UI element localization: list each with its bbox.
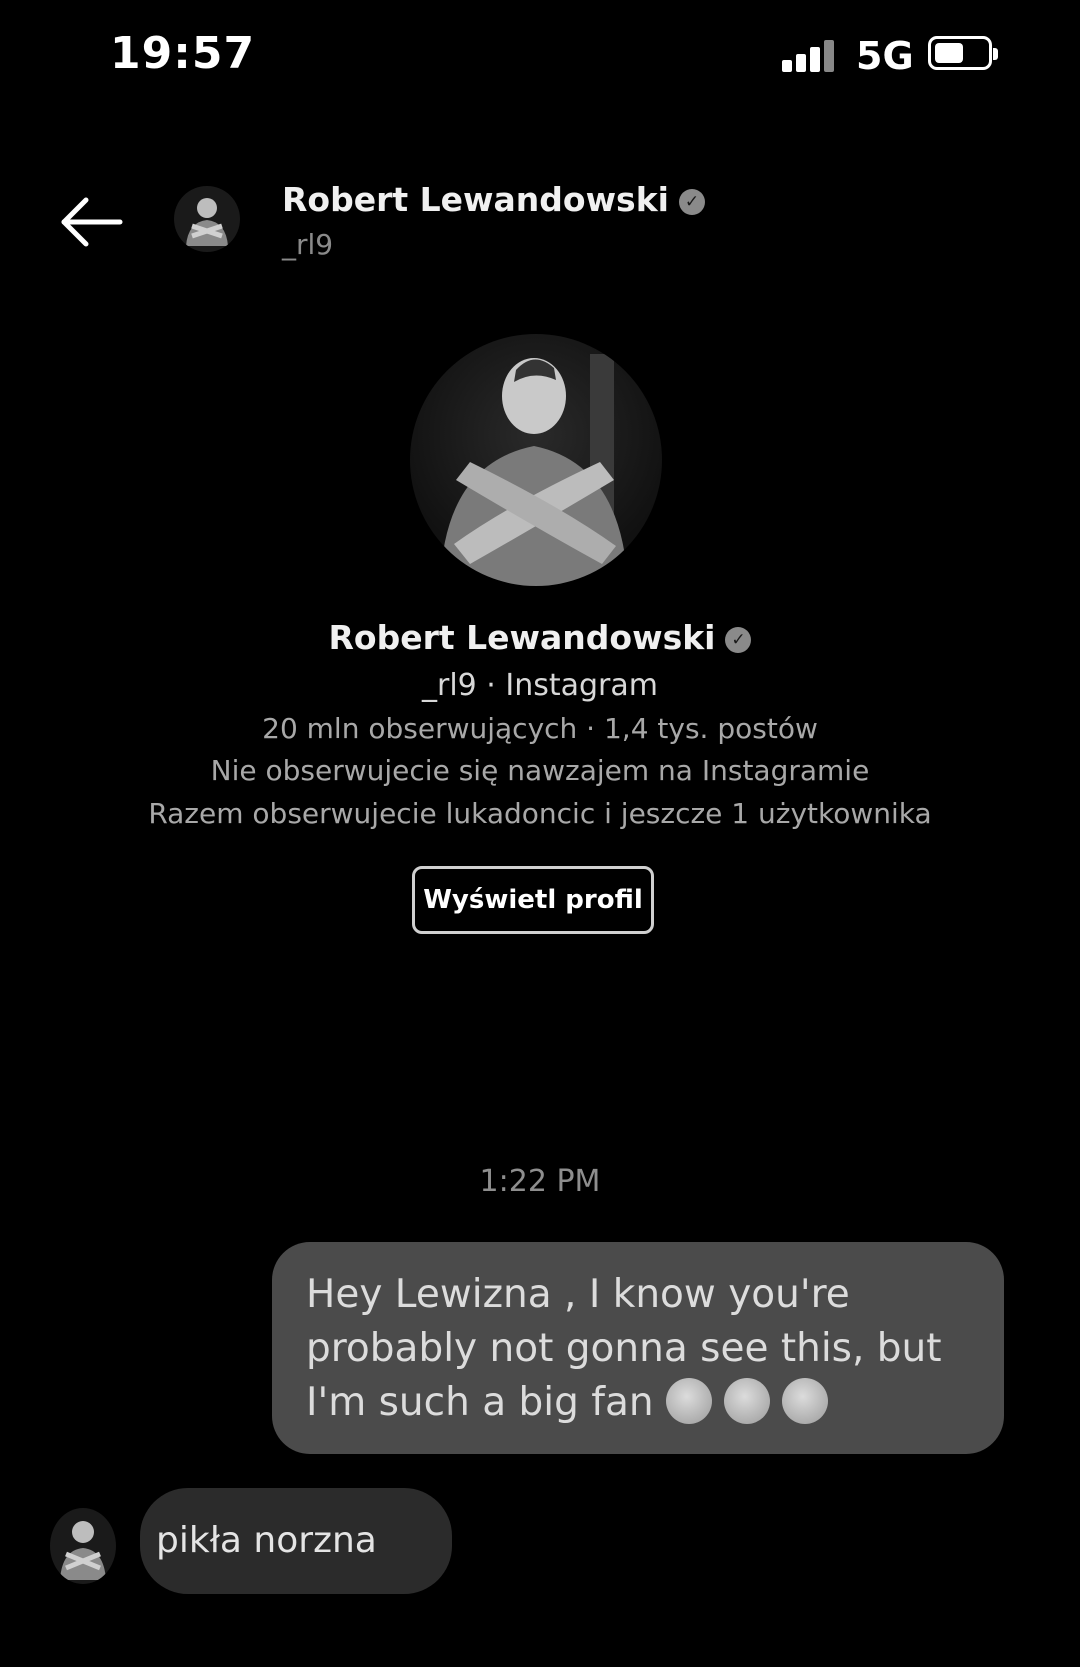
follow-status: Nie obserwujecie się nawzajem na Instagr…	[210, 754, 870, 787]
incoming-avatar[interactable]	[50, 1508, 116, 1584]
network-type: 5G	[856, 34, 914, 78]
incoming-message-text: pikła norzna	[156, 1520, 377, 1561]
back-arrow-icon[interactable]	[60, 196, 124, 248]
grinning-face-icon	[723, 1377, 770, 1424]
view-profile-button[interactable]: Wyświetl profil	[412, 866, 654, 934]
header-avatar[interactable]	[174, 186, 240, 252]
header-name[interactable]: Robert Lewandowski ✓	[282, 180, 705, 219]
verified-badge-icon: ✓	[678, 188, 705, 215]
battery-icon	[928, 36, 998, 70]
incoming-message[interactable]: pikła norzna	[140, 1488, 452, 1594]
mutual-followers: Razem obserwujecie lukadoncic i jeszcze …	[148, 797, 932, 830]
signal-icon	[782, 38, 838, 72]
verified-badge-icon: ✓	[725, 626, 752, 653]
header-handle: _rl9	[282, 228, 334, 261]
profile-name: Robert Lewandowski ✓	[0, 618, 1080, 657]
outgoing-message[interactable]: Hey Lewizna , I know you're probably not…	[272, 1242, 1004, 1454]
profile-handle: _rl9 · Instagram	[422, 668, 658, 703]
message-timestamp: 1:22 PM	[479, 1164, 601, 1199]
grinning-face-icon	[781, 1377, 828, 1424]
grinning-face-icon	[665, 1377, 712, 1424]
status-time: 19:57	[110, 28, 256, 79]
outgoing-message-text: Hey Lewizna , I know you're probably not…	[306, 1272, 942, 1425]
header-name-text: Robert Lewandowski	[282, 180, 669, 219]
profile-avatar[interactable]	[410, 334, 662, 586]
profile-stats: 20 mln obserwujących · 1,4 tys. postów	[262, 712, 818, 745]
profile-name-text: Robert Lewandowski	[328, 618, 716, 657]
